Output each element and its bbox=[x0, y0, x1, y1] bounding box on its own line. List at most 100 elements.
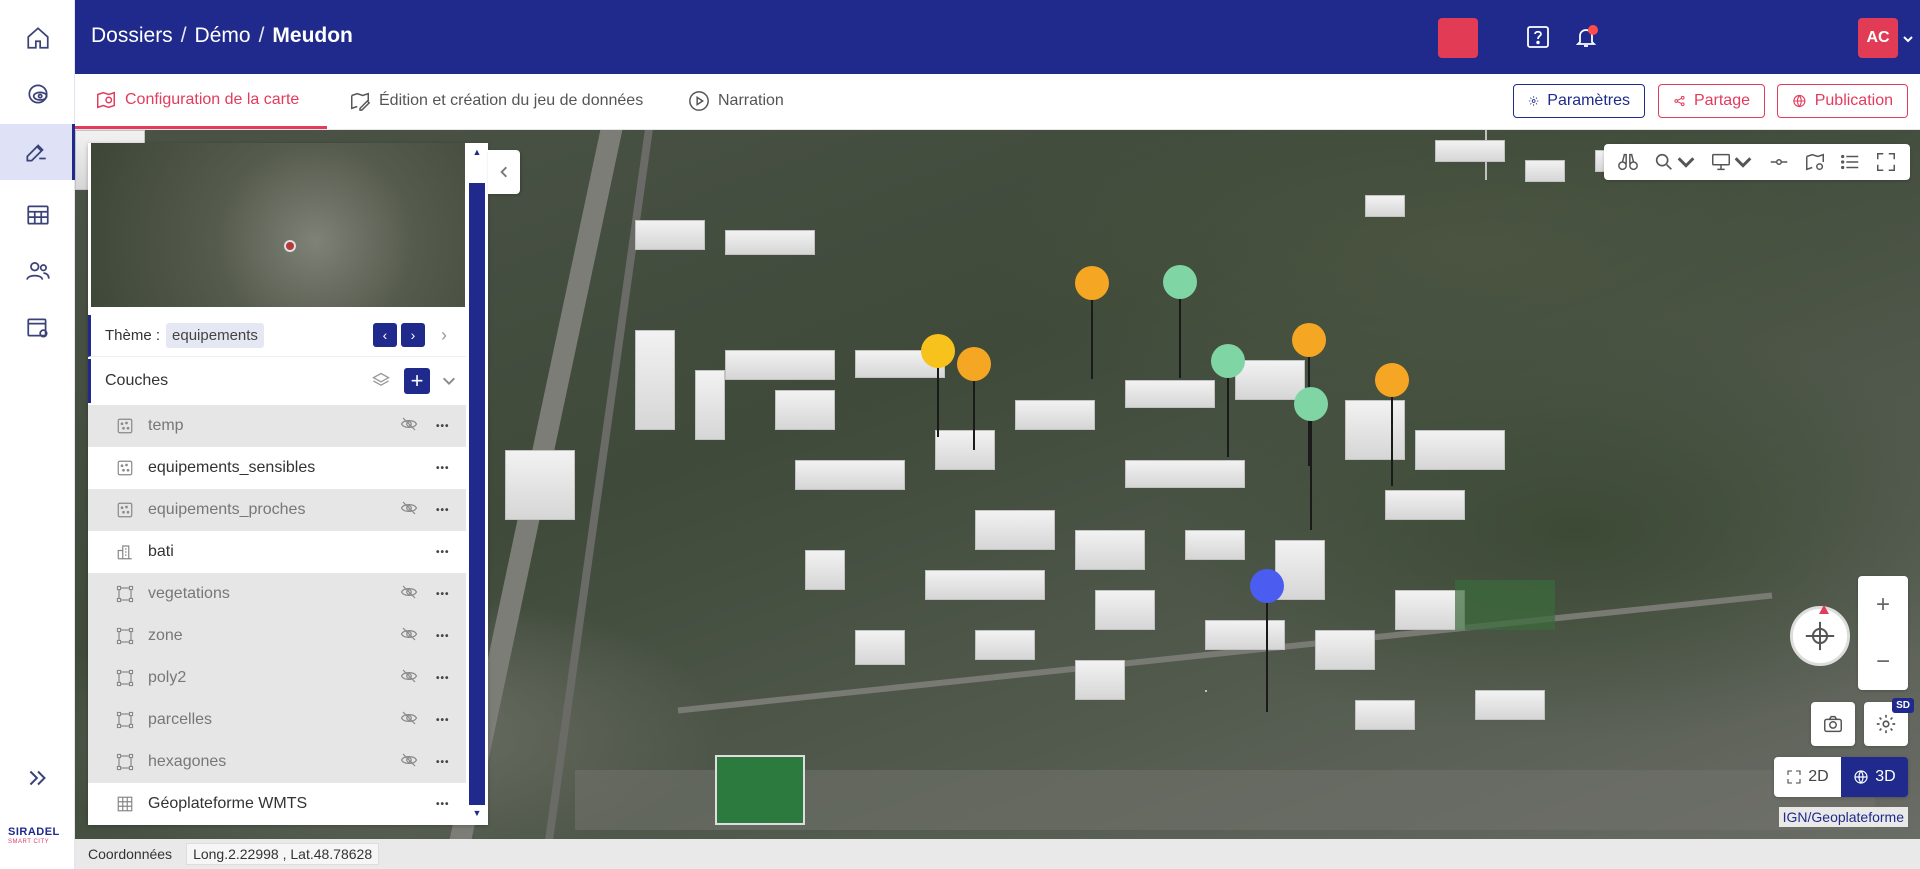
layer-row[interactable]: parcelles ••• bbox=[88, 699, 466, 741]
more-options-icon[interactable]: ••• bbox=[436, 547, 450, 558]
layer-row[interactable]: hexagones ••• bbox=[88, 741, 466, 783]
chevron-right-icon[interactable]: › bbox=[441, 325, 447, 346]
users-icon[interactable] bbox=[0, 243, 75, 299]
zoom-out-button[interactable]: − bbox=[1858, 633, 1908, 690]
building bbox=[725, 230, 815, 255]
compass-control[interactable] bbox=[1790, 605, 1850, 666]
scroll-thumb[interactable] bbox=[469, 183, 485, 805]
map-attribution[interactable]: IGN/Geoplateforme bbox=[1778, 807, 1908, 827]
more-options-icon[interactable]: ••• bbox=[436, 673, 450, 684]
north-indicator bbox=[1819, 605, 1829, 614]
building bbox=[635, 330, 675, 430]
binoculars-icon[interactable] bbox=[1617, 151, 1639, 173]
building bbox=[1205, 620, 1285, 650]
more-options-icon[interactable]: ••• bbox=[436, 631, 450, 642]
layer-row[interactable]: equipements_sensibles ••• bbox=[88, 447, 466, 489]
expand-icon[interactable] bbox=[0, 750, 75, 806]
zoom-in-button[interactable]: + bbox=[1858, 576, 1908, 633]
layer-name: Géoplateforme WMTS bbox=[148, 795, 308, 812]
add-layer-button[interactable]: + bbox=[404, 368, 430, 394]
eye-off-icon[interactable] bbox=[400, 667, 418, 690]
sd-badge: SD bbox=[1892, 698, 1914, 713]
more-options-icon[interactable]: ••• bbox=[436, 799, 450, 810]
layer-row[interactable]: bati ••• bbox=[88, 531, 466, 573]
legend-icon[interactable] bbox=[1839, 151, 1861, 173]
building bbox=[1365, 195, 1405, 217]
gear-icon bbox=[1876, 714, 1896, 734]
publish-button[interactable]: Publication bbox=[1777, 84, 1908, 118]
settings-button[interactable]: Paramètres bbox=[1513, 84, 1645, 118]
layer-name: hexagones bbox=[148, 753, 227, 770]
more-options-icon[interactable]: ••• bbox=[436, 757, 450, 768]
more-options-icon[interactable]: ••• bbox=[436, 505, 450, 516]
tab-narration[interactable]: Narration bbox=[668, 74, 804, 128]
layer-row[interactable]: temp ••• bbox=[88, 405, 466, 447]
layer-row[interactable]: Géoplateforme WMTS ••• bbox=[88, 783, 466, 825]
search-icon[interactable] bbox=[1653, 151, 1697, 173]
scroll-up-icon[interactable]: ▲ bbox=[468, 147, 486, 161]
eye-off-icon[interactable] bbox=[400, 709, 418, 732]
eye-off-icon[interactable] bbox=[400, 751, 418, 774]
eye-off-icon[interactable] bbox=[400, 415, 418, 438]
mode-2d-button[interactable]: 2D bbox=[1774, 757, 1841, 797]
chevron-left-icon[interactable]: ‹ bbox=[373, 323, 397, 347]
eye-off-icon[interactable] bbox=[400, 583, 418, 606]
help-icon[interactable] bbox=[1523, 22, 1553, 52]
chevron-right-icon[interactable]: › bbox=[401, 323, 425, 347]
eye-off-icon[interactable] bbox=[400, 625, 418, 648]
overview-minimap[interactable] bbox=[91, 143, 465, 307]
layer-row[interactable]: zone ••• bbox=[88, 615, 466, 657]
breadcrumb-current: Meudon bbox=[272, 24, 353, 47]
breadcrumb-demo[interactable]: Démo bbox=[195, 24, 251, 48]
home-icon[interactable] bbox=[0, 10, 75, 66]
building bbox=[1435, 140, 1505, 162]
eye-off-icon[interactable] bbox=[400, 499, 418, 522]
point-marker-orange[interactable] bbox=[1075, 266, 1109, 300]
bell-icon[interactable] bbox=[1571, 22, 1601, 52]
point-marker-green[interactable] bbox=[1294, 387, 1328, 421]
layers-stack-icon[interactable] bbox=[371, 371, 391, 396]
building bbox=[1345, 400, 1405, 460]
point-marker-orange[interactable] bbox=[957, 347, 991, 381]
scroll-down-icon[interactable]: ▼ bbox=[468, 808, 486, 822]
more-options-icon[interactable]: ••• bbox=[436, 715, 450, 726]
mode-3d-button[interactable]: 3D bbox=[1841, 757, 1908, 797]
screenshot-button[interactable] bbox=[1811, 702, 1855, 746]
map-settings-icon[interactable] bbox=[0, 300, 75, 356]
eye-map-icon[interactable] bbox=[0, 66, 75, 122]
user-avatar[interactable]: AC bbox=[1858, 18, 1898, 58]
share-button[interactable]: Partage bbox=[1658, 84, 1765, 118]
point-marker-blue[interactable] bbox=[1250, 569, 1284, 603]
tab-configuration[interactable]: Configuration de la carte bbox=[75, 74, 327, 129]
marker-stem bbox=[1310, 420, 1312, 530]
layer-style-icon[interactable] bbox=[1804, 151, 1826, 173]
point-marker-orange[interactable] bbox=[1292, 323, 1326, 357]
chevron-left-icon bbox=[500, 166, 507, 178]
breadcrumb-dossiers[interactable]: Dossiers bbox=[91, 24, 173, 48]
more-options-icon[interactable]: ••• bbox=[436, 421, 450, 432]
point-marker-green[interactable] bbox=[1163, 265, 1197, 299]
chevron-down-icon[interactable] bbox=[441, 373, 457, 394]
layer-name: equipements_sensibles bbox=[148, 459, 316, 476]
collapse-panel-button[interactable] bbox=[488, 150, 520, 194]
table-icon[interactable] bbox=[0, 187, 75, 243]
layer-row[interactable]: equipements_proches ••• bbox=[88, 489, 466, 531]
more-options-icon[interactable]: ••• bbox=[436, 589, 450, 600]
more-options-icon[interactable]: ••• bbox=[436, 463, 450, 474]
layer-row[interactable]: poly2 ••• bbox=[88, 657, 466, 699]
point-marker-yellow[interactable] bbox=[921, 334, 955, 368]
fullscreen-icon[interactable] bbox=[1875, 151, 1897, 173]
layer-row[interactable]: vegetations ••• bbox=[88, 573, 466, 615]
building bbox=[805, 550, 845, 590]
theme-value[interactable]: equipements bbox=[166, 323, 264, 348]
point-marker-orange[interactable] bbox=[1375, 363, 1409, 397]
chevron-down-icon[interactable] bbox=[1902, 32, 1915, 50]
building bbox=[1385, 490, 1465, 520]
edit-map-icon bbox=[351, 92, 371, 111]
measure-icon[interactable] bbox=[1710, 151, 1754, 173]
tab-edition[interactable]: Édition et création du jeu de données bbox=[329, 74, 663, 128]
line-tool-icon[interactable] bbox=[1768, 151, 1790, 173]
point-marker-green[interactable] bbox=[1211, 344, 1245, 378]
layer-name: poly2 bbox=[148, 669, 187, 686]
map-edit-icon[interactable] bbox=[0, 124, 75, 180]
